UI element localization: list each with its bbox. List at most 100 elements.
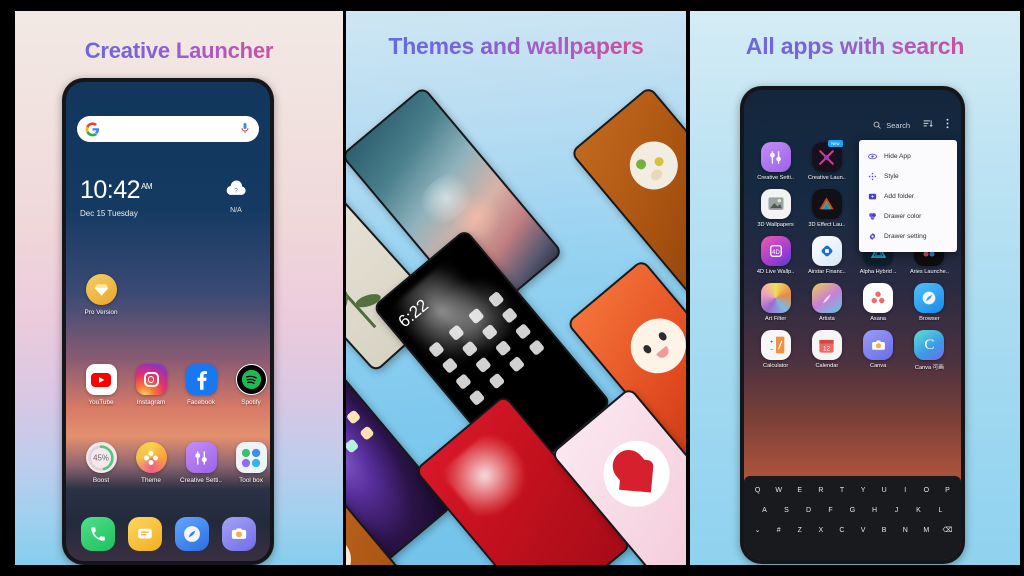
- app-label: Pro Version: [84, 309, 118, 316]
- keyboard-key-v[interactable]: V: [854, 524, 873, 538]
- keyboard-row-2: ASDFGHJKL: [748, 504, 957, 518]
- app-cell-3d-effect-launcher[interactable]: 3D Effect Lau..: [801, 189, 852, 236]
- app-icon-spotify[interactable]: Spotify: [228, 364, 270, 406]
- keyboard-key-#[interactable]: #: [769, 524, 788, 538]
- microphone-icon[interactable]: [239, 122, 251, 136]
- keyboard-key-f[interactable]: F: [821, 504, 841, 518]
- keyboard-key-u[interactable]: U: [875, 484, 894, 498]
- boost-gauge-icon: 45%: [85, 442, 117, 473]
- keyboard-key-e[interactable]: E: [790, 484, 809, 498]
- keyboard-key-y[interactable]: Y: [854, 484, 873, 498]
- clock-widget[interactable]: 10:42AM Dec 15 Tuesday: [80, 178, 153, 219]
- app-cell-canva-cn[interactable]: C Canva 可画: [904, 330, 955, 379]
- eye-icon: [868, 152, 877, 161]
- calendar-icon: 12: [811, 330, 842, 360]
- keyboard-key-x[interactable]: X: [811, 524, 830, 538]
- messages-icon[interactable]: [127, 517, 162, 551]
- app-cell-asana[interactable]: Asana: [853, 283, 904, 330]
- menu-item-drawer-setting[interactable]: Drawer setting: [859, 226, 957, 246]
- menu-item-label: Add folder: [884, 192, 915, 200]
- youtube-icon: [85, 364, 117, 395]
- keyboard-key-h[interactable]: H: [865, 504, 885, 518]
- svg-text:?: ?: [234, 188, 238, 195]
- app-label: Artista: [818, 316, 835, 322]
- app-label: 4D Live Wallp..: [756, 269, 795, 275]
- more-vertical-icon[interactable]: [946, 116, 949, 134]
- app-label: Browser: [919, 316, 940, 322]
- menu-item-drawer-color[interactable]: Drawer color: [859, 206, 957, 226]
- keyboard-key-n[interactable]: N: [896, 524, 915, 538]
- keyboard-key-o[interactable]: O: [917, 484, 936, 498]
- app-cell-calculator[interactable]: + − Calculator: [750, 330, 801, 379]
- keyboard-key-b[interactable]: B: [875, 524, 894, 538]
- keyboard-key-d[interactable]: D: [799, 504, 819, 518]
- app-cell-airstar-finance[interactable]: Airstar Financ..: [801, 236, 852, 283]
- app-icon-creative-settings[interactable]: Creative Setti..: [178, 442, 224, 484]
- menu-item-label: Style: [884, 172, 899, 180]
- gear-icon: [868, 232, 877, 241]
- keyboard-key-c[interactable]: C: [832, 524, 851, 538]
- app-icon-theme[interactable]: Theme: [128, 442, 174, 484]
- keyboard-key-j[interactable]: J: [887, 504, 907, 518]
- app-cell-canva[interactable]: Canva: [853, 330, 904, 379]
- app-icon-youtube[interactable]: YouTube: [78, 364, 124, 406]
- toolbox-icon: [235, 442, 267, 473]
- google-search-bar[interactable]: [77, 116, 259, 142]
- app-icon-pro-version[interactable]: Pro Version: [78, 274, 124, 316]
- browser-icon[interactable]: [174, 517, 209, 551]
- app-cell-creative-launcher[interactable]: New Creative Laun..: [801, 140, 852, 189]
- spotify-icon: [235, 364, 267, 395]
- keyboard-key-s[interactable]: S: [777, 504, 797, 518]
- keyboard-key-k[interactable]: K: [909, 504, 929, 518]
- app-label: Facebook: [186, 399, 216, 406]
- page-title-1: Creative Launcher: [15, 38, 343, 64]
- app-cell-calendar[interactable]: 12 Calendar: [801, 330, 852, 379]
- keyboard-key-l[interactable]: L: [931, 504, 951, 518]
- weather-widget[interactable]: ? N/A: [216, 180, 256, 214]
- app-icon-tool-box[interactable]: Tool box: [228, 442, 270, 484]
- app-icon-instagram[interactable]: Instagram: [128, 364, 174, 406]
- app-label: Alpha Hybrid ..: [859, 269, 897, 275]
- app-label: Art Filter: [765, 316, 787, 322]
- app-cell-3d-wallpapers[interactable]: 3D Wallpapers: [750, 189, 801, 236]
- creative-settings-icon: [185, 442, 217, 473]
- keyboard-key-r[interactable]: R: [811, 484, 830, 498]
- sort-icon[interactable]: [923, 116, 933, 134]
- search-icon: [873, 121, 882, 129]
- menu-item-add-folder[interactable]: Add folder: [859, 186, 957, 206]
- app-grid-row: + − Calculator 12 Calendar Canva C Canva…: [750, 330, 955, 379]
- page-title-3: All apps with search: [690, 33, 1020, 60]
- panel-creative-launcher: Creative Launcher 10:42AM Dec 15 Tuesday…: [15, 11, 343, 565]
- menu-item-hide-app[interactable]: Hide App: [859, 146, 957, 166]
- app-label: Canva: [870, 363, 887, 369]
- keyboard-key-z[interactable]: Z: [790, 524, 809, 538]
- app-cell-browser[interactable]: Browser: [904, 283, 955, 330]
- app-cell-creative-settings[interactable]: Creative Setti..: [750, 142, 801, 189]
- keyboard-key-a[interactable]: A: [755, 504, 775, 518]
- search-input[interactable]: Search: [873, 121, 910, 130]
- app-cell-4d-live-wallpaper[interactable]: 4D 4D Live Wallp..: [750, 236, 801, 283]
- keyboard-key-g[interactable]: G: [843, 504, 863, 518]
- keyboard-key-m[interactable]: M: [917, 524, 936, 538]
- keyboard-key-i[interactable]: I: [896, 484, 915, 498]
- app-icon-boost[interactable]: 45% Boost: [78, 442, 124, 484]
- camera-icon[interactable]: [221, 517, 256, 551]
- google-logo-icon: [85, 121, 100, 137]
- keyboard-key-w[interactable]: W: [769, 484, 788, 498]
- screenshot-stage: Creative Launcher 10:42AM Dec 15 Tuesday…: [0, 0, 1024, 576]
- keyboard-key-p[interactable]: P: [938, 484, 957, 498]
- app-cell-art-filter[interactable]: Art Filter: [750, 283, 801, 330]
- folder-plus-icon: [868, 192, 877, 201]
- phone-icon[interactable]: [80, 517, 115, 551]
- app-icon-facebook[interactable]: Facebook: [178, 364, 224, 406]
- svg-text:45%: 45%: [93, 453, 109, 462]
- palette-icon: [868, 212, 877, 221]
- app-label: Theme: [141, 477, 161, 484]
- wallpaper-mockup-food-wood[interactable]: [569, 85, 686, 297]
- menu-item-style[interactable]: Style: [859, 166, 957, 186]
- keyboard-key-⌫[interactable]: ⌫: [938, 524, 957, 538]
- keyboard-key-q[interactable]: Q: [748, 484, 767, 498]
- keyboard-key-⌄[interactable]: ⌄: [748, 524, 767, 538]
- app-cell-artista[interactable]: Artista: [801, 283, 852, 330]
- keyboard-key-t[interactable]: T: [832, 484, 851, 498]
